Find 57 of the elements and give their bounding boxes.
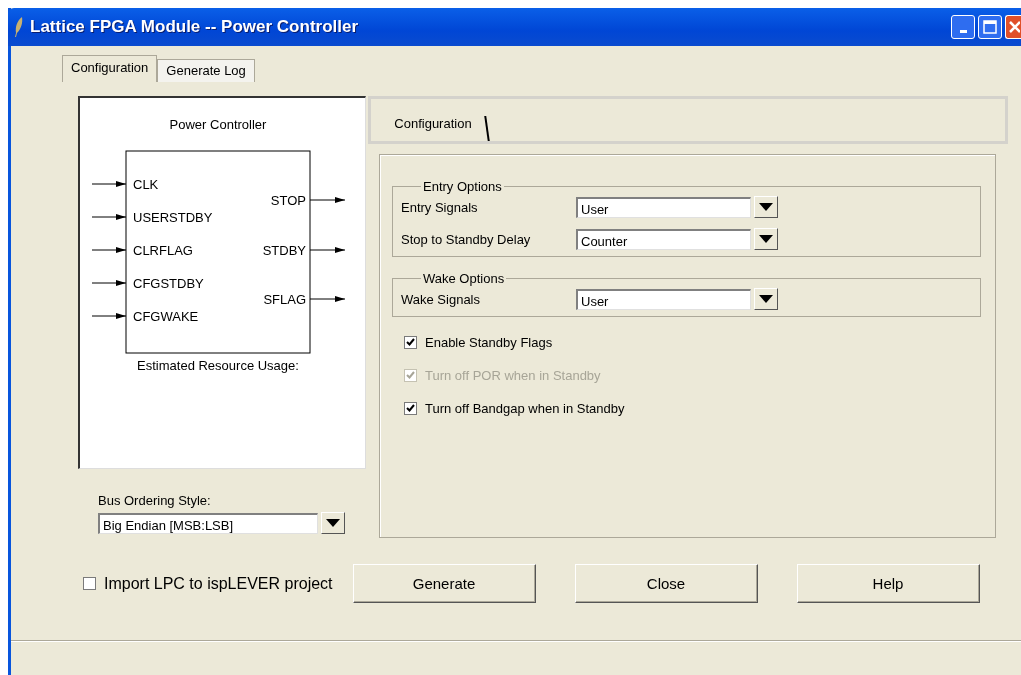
dropdown-button[interactable] [321, 512, 345, 534]
input-arrow [91, 280, 127, 286]
maximize-icon [983, 20, 997, 34]
checkbox-label: Turn off POR when in Standby [425, 368, 601, 383]
minimize-icon [959, 29, 967, 33]
field-label: Wake Signals [401, 291, 481, 307]
caret-icon [759, 295, 773, 303]
checkbox-label: Turn off Bandgap when in Standby [425, 401, 625, 416]
input-arrow [91, 313, 127, 319]
push-button[interactable]: Help [796, 564, 980, 603]
feather-icon [14, 17, 24, 37]
field-label: Bus Ordering Style: [98, 493, 212, 508]
push-button[interactable]: Close [574, 564, 758, 603]
dropdown-field[interactable]: Counter [576, 228, 751, 250]
input-arrow [91, 181, 127, 187]
caret-icon [759, 203, 773, 211]
dropdown-button[interactable] [754, 288, 778, 310]
tab[interactable]: Configuration [62, 55, 158, 82]
pin-label: CLRFLAG [133, 243, 193, 258]
checkbox-label: Enable Standby Flags [425, 335, 553, 350]
output-arrow [309, 197, 346, 203]
dropdown-field[interactable]: User [576, 196, 751, 218]
tab[interactable]: Configuration [389, 116, 491, 141]
pin-label: CLK [133, 177, 159, 192]
checkbox-label: Import LPC to ispLEVER project [104, 574, 333, 593]
dropdown-field[interactable]: User [576, 288, 751, 310]
output-arrow [309, 296, 346, 302]
output-arrow [309, 247, 346, 253]
diagram-title: Power Controller [169, 117, 267, 132]
pin-label: CFGSTDBY [133, 276, 204, 291]
pin-label: CFGWAKE [133, 309, 199, 324]
maximize-button[interactable] [978, 15, 1002, 39]
pin-label: STOP [270, 193, 306, 208]
field-label: Entry Signals [401, 199, 479, 215]
tab[interactable]: Generate Log [157, 59, 255, 82]
pin-label: STDBY [262, 243, 306, 258]
group-title: Entry Options [422, 179, 503, 194]
dropdown-field[interactable]: Big Endian [MSB:LSB] [98, 512, 318, 534]
push-button[interactable]: Generate [352, 564, 536, 603]
pin-label: SFLAG [263, 292, 306, 307]
caret-icon [326, 519, 340, 527]
window-title: Lattice FPGA Module -- Power Controller [30, 17, 360, 37]
resource-usage-label: Estimated Resource Usage: [137, 358, 299, 373]
close-button[interactable] [1005, 15, 1021, 39]
input-arrow [91, 247, 127, 253]
pin-label: USERSTDBY [133, 210, 213, 225]
field-label: Stop to Standby Delay [401, 231, 532, 247]
checkbox[interactable] [83, 577, 96, 590]
checkbox[interactable] [404, 336, 417, 349]
caret-icon [759, 235, 773, 243]
dropdown-button[interactable] [754, 228, 778, 250]
minimize-button[interactable] [951, 15, 975, 39]
group-title: Wake Options [422, 271, 506, 286]
input-arrow [91, 214, 127, 220]
close-icon [1007, 20, 1020, 34]
checkbox[interactable] [404, 402, 417, 415]
dropdown-button[interactable] [754, 196, 778, 218]
